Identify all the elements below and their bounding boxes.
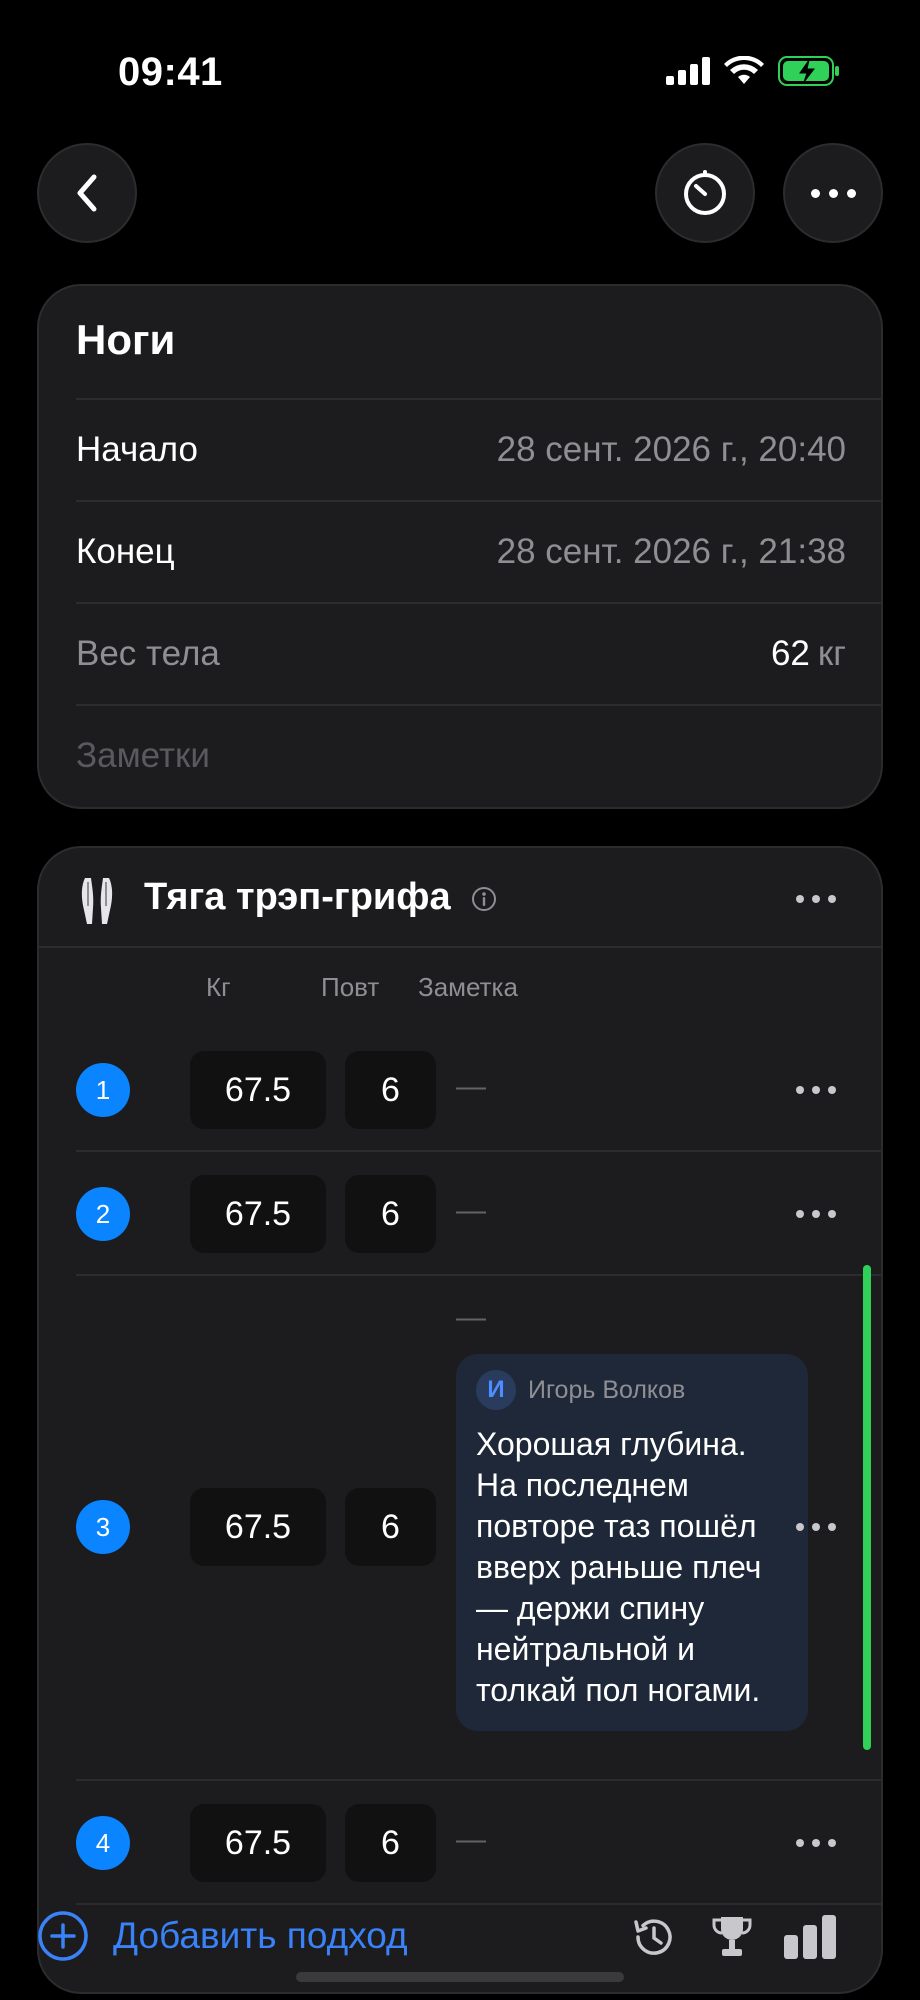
- exercise-card: Тяга трэп-грифа Кг Повт Заметка 1 67.5 6…: [37, 846, 883, 1994]
- reps-input[interactable]: 6: [345, 1804, 436, 1882]
- timer-icon: [684, 170, 726, 215]
- more-button[interactable]: [783, 143, 883, 243]
- set-number[interactable]: 4: [76, 1816, 130, 1870]
- avatar: И: [476, 1370, 516, 1410]
- note-field[interactable]: —: [456, 1301, 486, 1335]
- set-number[interactable]: 2: [76, 1187, 130, 1241]
- reps-input[interactable]: 6: [345, 1051, 436, 1129]
- wifi-icon: [724, 56, 764, 84]
- reps-input[interactable]: 6: [345, 1175, 436, 1253]
- reps-input[interactable]: 6: [345, 1488, 436, 1566]
- col-note: Заметка: [418, 972, 518, 1002]
- comment-text: Хорошая глубина. На последнем повторе та…: [476, 1426, 762, 1708]
- exercise-header: Тяга трэп-грифа: [39, 848, 881, 948]
- status-bar: 09:41: [0, 0, 920, 150]
- info-icon[interactable]: [471, 886, 497, 912]
- set-row: 1 67.5 6 —: [76, 1028, 881, 1152]
- coach-comment[interactable]: И Игорь Волков Хорошая глубина. На после…: [456, 1354, 808, 1731]
- add-set-button[interactable]: Добавить подход: [37, 1910, 408, 1962]
- timer-button[interactable]: [655, 143, 755, 243]
- set-highlight-bar: [863, 1265, 871, 1750]
- exercise-more-icon[interactable]: [796, 895, 836, 903]
- end-row[interactable]: Конец 28 сент. 2026 г., 21:38: [76, 500, 881, 602]
- set-number[interactable]: 3: [76, 1500, 130, 1554]
- set-number[interactable]: 1: [76, 1063, 130, 1117]
- signal-icon: [666, 57, 710, 85]
- set-more-icon[interactable]: [796, 1086, 836, 1094]
- home-indicator[interactable]: [296, 1972, 624, 1982]
- set-more-icon[interactable]: [796, 1839, 836, 1847]
- comment-header: И Игорь Волков: [476, 1370, 788, 1410]
- history-icon[interactable]: [628, 1913, 676, 1961]
- comment-author: Игорь Волков: [528, 1375, 686, 1404]
- end-label: Конец: [76, 532, 175, 571]
- back-icon: [77, 174, 97, 212]
- workout-title[interactable]: Ноги: [76, 316, 175, 364]
- set-row: 3 67.5 6 — И Игорь Волков Хорошая глубин…: [76, 1276, 881, 1781]
- exercise-title[interactable]: Тяга трэп-грифа: [144, 876, 451, 919]
- bodyweight-value-group[interactable]: 62 кг: [771, 634, 846, 674]
- end-value[interactable]: 28 сент. 2026 г., 21:38: [497, 532, 846, 572]
- battery-charging-icon: [778, 56, 839, 86]
- start-row[interactable]: Начало 28 сент. 2026 г., 20:40: [76, 398, 881, 500]
- more-icon: [810, 188, 856, 198]
- note-field[interactable]: —: [456, 1194, 486, 1228]
- kg-input[interactable]: 67.5: [190, 1175, 326, 1253]
- status-time: 09:41: [118, 50, 223, 94]
- start-label: Начало: [76, 430, 198, 469]
- bodyweight-unit: кг: [817, 634, 846, 673]
- col-reps: Повт: [321, 972, 380, 1002]
- notes-field[interactable]: Заметки: [76, 736, 210, 776]
- col-kg: Кг: [206, 972, 231, 1002]
- kg-input[interactable]: 67.5: [190, 1488, 326, 1566]
- back-button[interactable]: [37, 143, 137, 243]
- status-icons: [666, 56, 840, 86]
- add-set-label: Добавить подход: [113, 1915, 408, 1956]
- note-field[interactable]: —: [456, 1823, 486, 1857]
- bodyweight-row[interactable]: Вес тела 62 кг: [76, 602, 881, 704]
- bodyweight-value: 62: [770, 634, 810, 673]
- set-row: 2 67.5 6 —: [76, 1152, 881, 1276]
- set-more-icon[interactable]: [796, 1210, 836, 1218]
- kg-input[interactable]: 67.5: [190, 1051, 326, 1129]
- kg-input[interactable]: 67.5: [190, 1804, 326, 1882]
- bodyweight-label: Вес тела: [76, 634, 220, 673]
- start-value[interactable]: 28 сент. 2026 г., 20:40: [497, 430, 846, 470]
- plus-circle-icon: [38, 1911, 88, 1961]
- notes-row[interactable]: Заметки: [76, 704, 881, 806]
- workout-info-card: Ноги Начало 28 сент. 2026 г., 20:40 Коне…: [37, 284, 883, 809]
- set-more-icon[interactable]: [796, 1523, 836, 1531]
- note-field[interactable]: —: [456, 1070, 486, 1104]
- set-row: 4 67.5 6 —: [76, 1781, 881, 1905]
- trophy-icon[interactable]: [708, 1913, 756, 1961]
- muscle-icon: [81, 878, 113, 924]
- stats-icon[interactable]: [784, 1913, 836, 1961]
